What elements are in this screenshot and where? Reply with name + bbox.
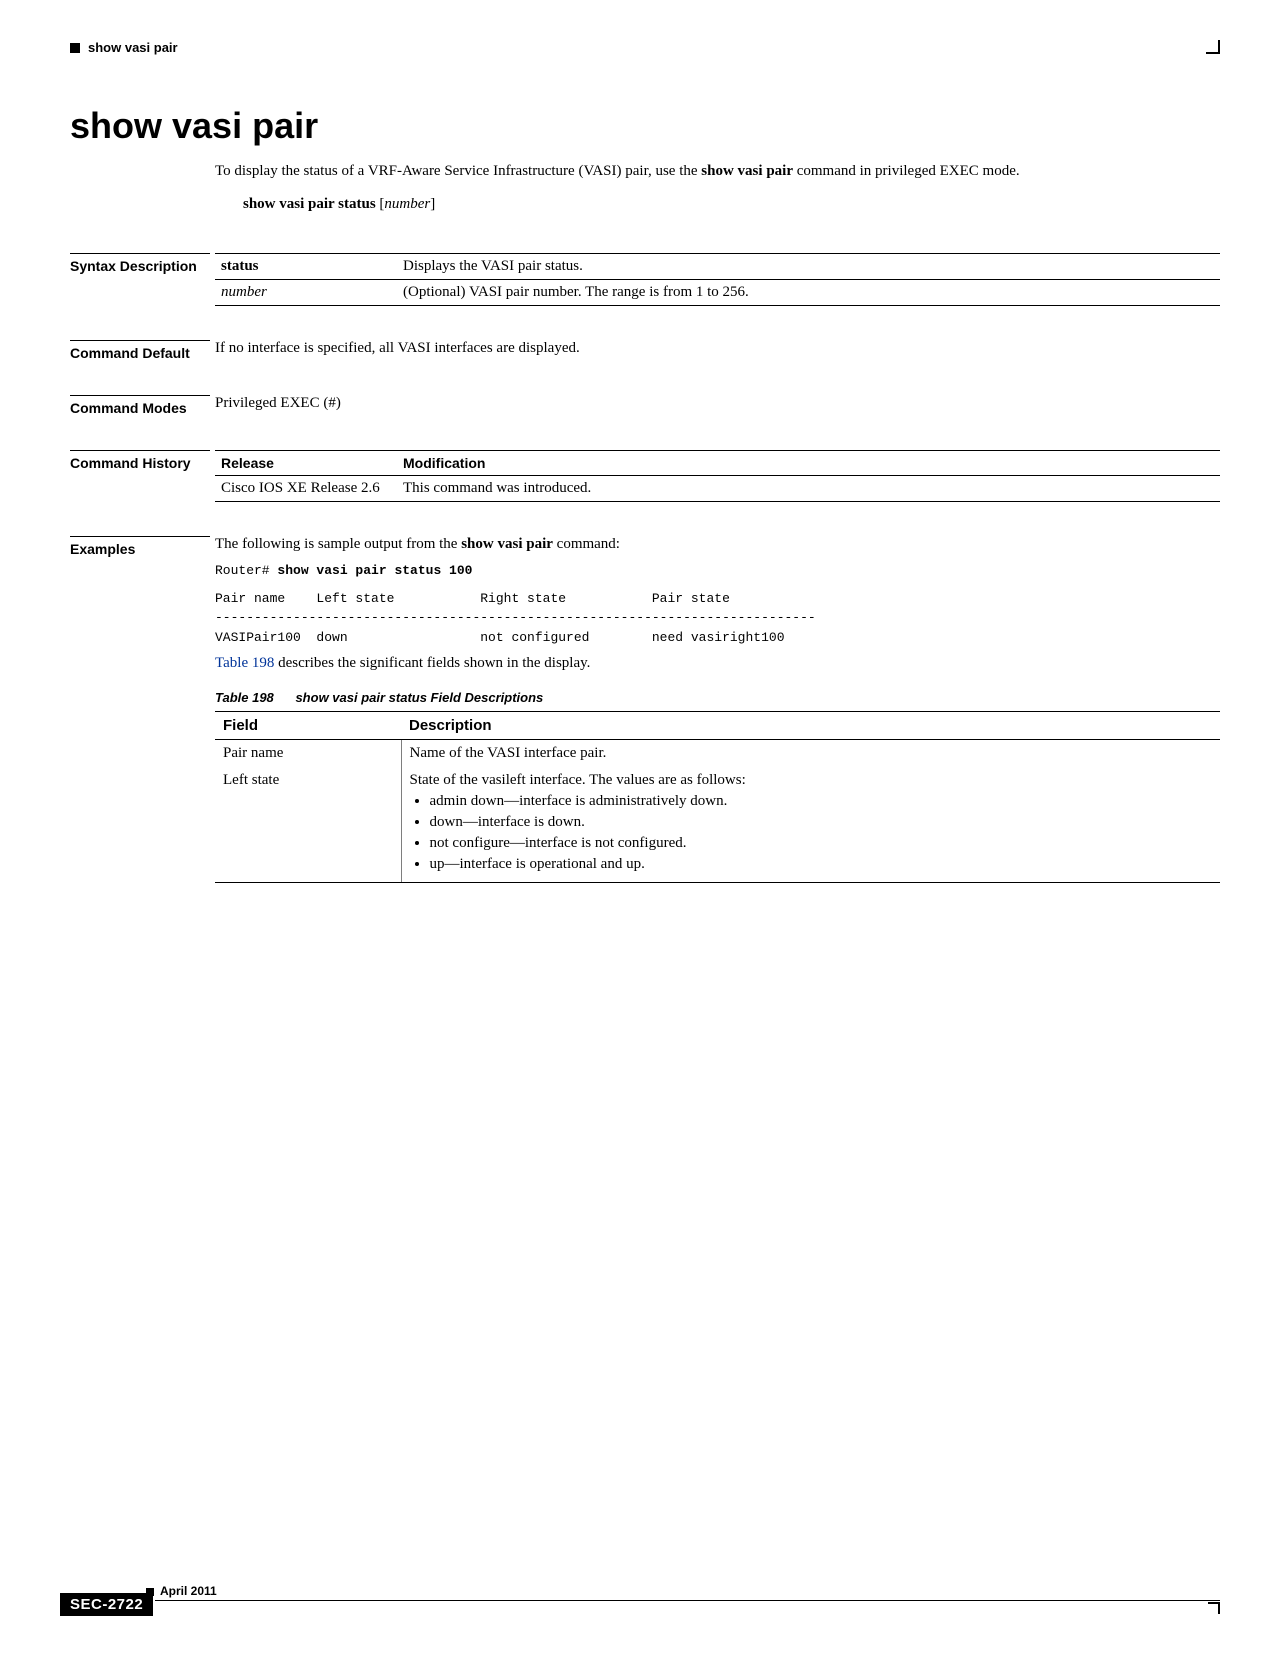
term: status — [215, 254, 397, 280]
intro-cmd: show vasi pair — [701, 163, 793, 179]
table-header-row: Field Description — [215, 712, 1220, 740]
list-item: down—interface is down. — [430, 814, 1213, 831]
crop-mark-bottom-right — [1208, 1602, 1220, 1614]
modification: This command was introduced. — [397, 476, 1220, 502]
col-description: Description — [401, 712, 1220, 740]
section-label: Examples — [70, 536, 210, 883]
caption-text: show vasi pair status Field Descriptions — [295, 690, 543, 705]
lead-post: command: — [553, 536, 620, 552]
table-reference: Table 198 describes the significant fiel… — [215, 655, 1220, 672]
lead-pre: The following is sample output from the — [215, 536, 461, 552]
page-number-badge: SEC-2722 — [60, 1593, 153, 1616]
syntax-cmd: show vasi pair status — [243, 196, 376, 212]
cli-prompt: Router# — [215, 563, 277, 578]
intro-post: command in privileged EXEC mode. — [793, 163, 1020, 179]
caption-num: Table 198 — [215, 690, 274, 705]
table-ref-link[interactable]: Table 198 — [215, 655, 274, 671]
desc: State of the vasileft interface. The val… — [401, 767, 1220, 883]
section-body: The following is sample output from the … — [215, 536, 1220, 883]
section-command-history: Command History Release Modification Cis… — [60, 450, 1220, 502]
footer-inner: SEC-2722 — [60, 1591, 1220, 1616]
intro-paragraph: To display the status of a VRF-Aware Ser… — [215, 161, 1180, 181]
section-label: Command Modes — [70, 395, 210, 416]
page-title: show vasi pair — [70, 105, 1220, 147]
col-modification: Modification — [397, 451, 1220, 476]
command-syntax: show vasi pair status [number] — [243, 196, 1180, 213]
release: Cisco IOS XE Release 2.6 — [215, 476, 397, 502]
section-body: Release Modification Cisco IOS XE Releas… — [215, 450, 1220, 502]
crop-mark-top-right — [1206, 40, 1220, 54]
field: Left state — [215, 767, 401, 883]
desc-bullets: admin down—interface is administratively… — [410, 793, 1213, 873]
syntax-table: status Displays the VASI pair status. nu… — [215, 253, 1220, 306]
table-caption: Table 198 show vasi pair status Field De… — [215, 690, 1220, 705]
list-item: up—interface is operational and up. — [430, 856, 1213, 873]
table-row: Left state State of the vasileft interfa… — [215, 767, 1220, 883]
section-command-modes: Command Modes Privileged EXEC (#) — [60, 395, 1220, 416]
syntax-bracket-close: ] — [430, 196, 435, 212]
default-text: If no interface is specified, all VASI i… — [215, 340, 580, 356]
running-header: show vasi pair — [70, 40, 1220, 55]
intro-pre: To display the status of a VRF-Aware Ser… — [215, 163, 701, 179]
section-syntax-description: Syntax Description status Displays the V… — [60, 253, 1220, 306]
history-table: Release Modification Cisco IOS XE Releas… — [215, 450, 1220, 502]
section-label: Syntax Description — [70, 253, 210, 306]
table-row: Pair name Name of the VASI interface pai… — [215, 740, 1220, 768]
section-body: Privileged EXEC (#) — [215, 395, 1220, 416]
desc: Displays the VASI pair status. — [397, 254, 1220, 280]
col-release: Release — [215, 451, 397, 476]
desc: (Optional) VASI pair number. The range i… — [397, 280, 1220, 306]
examples-lead: The following is sample output from the … — [215, 536, 1220, 553]
cli-line: Router# show vasi pair status 100 — [215, 561, 1220, 581]
section-examples: Examples The following is sample output … — [60, 536, 1220, 883]
table-row: status Displays the VASI pair status. — [215, 254, 1220, 280]
header-square-icon — [70, 43, 80, 53]
field: Pair name — [215, 740, 401, 768]
footer-square-icon — [146, 1588, 154, 1596]
table-ref-post: describes the significant fields shown i… — [274, 655, 590, 671]
desc: Name of the VASI interface pair. — [401, 740, 1220, 768]
cli-command: show vasi pair status 100 — [277, 563, 472, 578]
field-description-table: Field Description Pair name Name of the … — [215, 711, 1220, 883]
desc-text: State of the vasileft interface. The val… — [410, 772, 746, 788]
section-label: Command History — [70, 450, 210, 502]
footer-date: April 2011 — [160, 1584, 217, 1598]
page: show vasi pair show vasi pair To display… — [0, 0, 1280, 1656]
page-footer: April 2011 SEC-2722 — [60, 1600, 1220, 1616]
term: number — [215, 280, 397, 306]
list-item: admin down—interface is administratively… — [430, 793, 1213, 810]
table-header-row: Release Modification — [215, 451, 1220, 476]
table-row: Cisco IOS XE Release 2.6 This command wa… — [215, 476, 1220, 502]
modes-text: Privileged EXEC (#) — [215, 395, 341, 411]
section-body: If no interface is specified, all VASI i… — [215, 340, 1220, 361]
table-row: number (Optional) VASI pair number. The … — [215, 280, 1220, 306]
lead-cmd: show vasi pair — [461, 536, 553, 552]
syntax-arg: number — [384, 196, 430, 212]
section-body: status Displays the VASI pair status. nu… — [215, 253, 1220, 306]
cli-output: Pair name Left state Right state Pair st… — [215, 589, 1220, 648]
running-header-text: show vasi pair — [88, 40, 178, 55]
content-body: To display the status of a VRF-Aware Ser… — [215, 161, 1180, 213]
section-label: Command Default — [70, 340, 210, 361]
list-item: not configure—interface is not configure… — [430, 835, 1213, 852]
section-command-default: Command Default If no interface is speci… — [60, 340, 1220, 361]
col-field: Field — [215, 712, 401, 740]
